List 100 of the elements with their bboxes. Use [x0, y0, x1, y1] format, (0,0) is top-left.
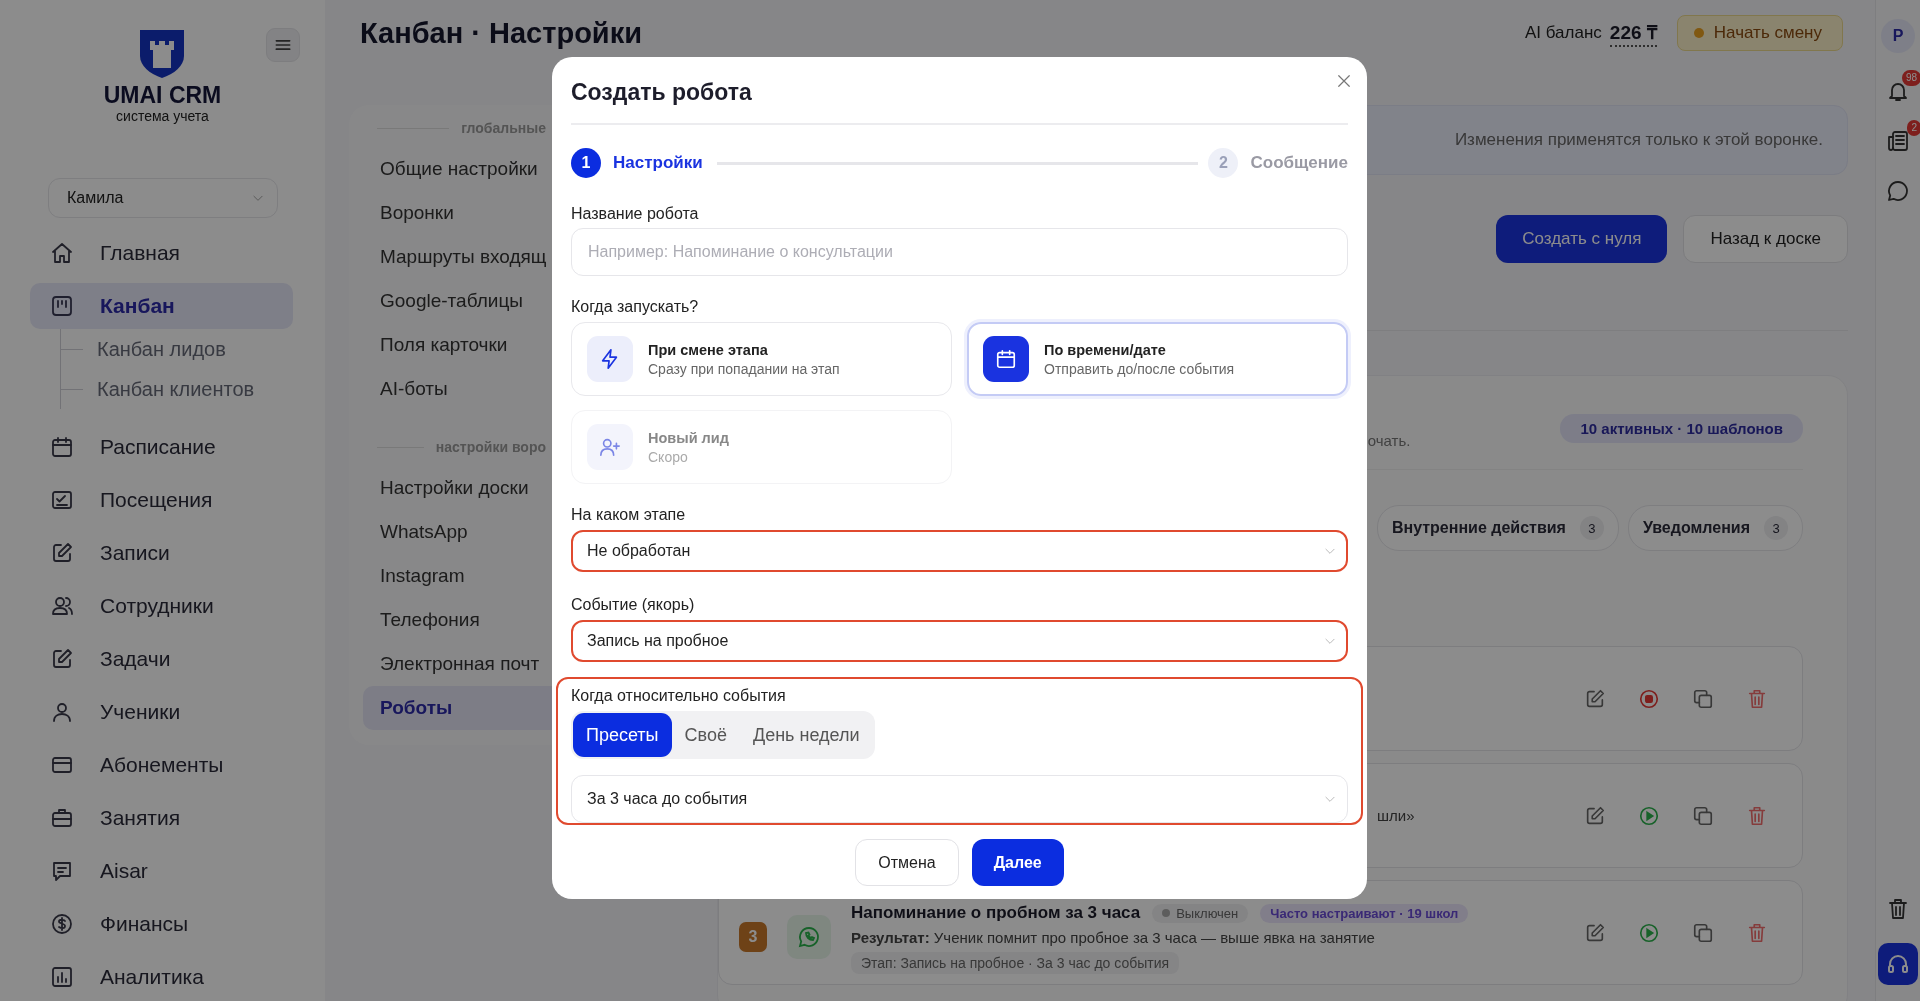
kanban-board-icon — [50, 294, 74, 318]
field-label: Когда запускать? — [571, 298, 700, 316]
trigger-option[interactable]: По времени/дате Отправить до/после события — [967, 322, 1348, 396]
nav-item[interactable]: Финансы — [30, 901, 293, 947]
nav-subitem[interactable]: Канбан клиентов — [97, 377, 255, 401]
nav-item[interactable]: Aisar — [30, 848, 293, 894]
next-button[interactable]: Далее — [971, 839, 1064, 886]
summary-badge: 10 активных · 10 шаблонов — [1560, 414, 1803, 443]
field-label: Название робота — [571, 205, 700, 223]
field-label: Когда относительно события — [571, 687, 787, 705]
start-shift-button[interactable]: Начать смену — [1676, 15, 1843, 51]
settings-nav-item[interactable]: Instagram — [363, 554, 552, 598]
popularity-badge: Часто настраивают · 19 школ — [1260, 903, 1469, 923]
add-user-icon — [599, 436, 621, 458]
settings-nav-item[interactable]: Google-таблицы — [363, 279, 552, 323]
support-button[interactable] — [1878, 943, 1918, 985]
settings-nav-item[interactable]: Телефония — [363, 598, 552, 642]
nav-item[interactable]: Канбан — [30, 283, 293, 329]
bar-chart-icon — [50, 965, 74, 989]
briefcase-icon — [50, 806, 74, 830]
card-description: очать. — [1367, 432, 1411, 449]
stop-icon[interactable] — [1638, 687, 1660, 710]
dollar-icon — [50, 912, 74, 936]
nav-item[interactable]: Посещения — [30, 477, 293, 523]
notification-badge: 2 — [1907, 120, 1920, 136]
settings-nav-item[interactable]: Роботы — [363, 686, 552, 730]
balance-label: AI баланс — [1524, 23, 1602, 43]
edit-icon — [1584, 804, 1606, 827]
filter-chip[interactable]: Внутренние действия 3 — [1376, 505, 1619, 551]
settings-nav-item[interactable]: Поля карточки — [363, 323, 552, 367]
robot-title: Напоминание о пробном за 3 часа — [851, 903, 1141, 923]
settings-nav-item[interactable]: AI-боты — [363, 367, 552, 411]
create-button[interactable]: Создать с нуля — [1496, 215, 1668, 263]
copy-icon — [1692, 804, 1714, 827]
number-badge: 3 — [739, 922, 767, 952]
copy-icon — [1692, 921, 1714, 944]
message-icon — [50, 859, 74, 883]
nav-item[interactable]: Задачи — [30, 636, 293, 682]
chat-icon — [1886, 179, 1910, 203]
balance-value[interactable]: 226 ₸ — [1609, 19, 1657, 47]
nav-item[interactable]: Аналитика — [30, 954, 293, 1000]
user-avatar[interactable]: P — [1881, 19, 1915, 53]
nav-subitem[interactable]: Канбан лидов — [97, 337, 226, 361]
account-select[interactable]: Камила — [48, 178, 278, 218]
delete-icon — [1746, 804, 1768, 827]
play-icon[interactable] — [1638, 921, 1660, 944]
preset-select[interactable]: За 3 часа до события — [571, 775, 1348, 823]
nav-item[interactable]: Занятия — [30, 795, 293, 841]
settings-nav-item[interactable]: Воронки — [363, 191, 552, 235]
nav-item[interactable]: Ученики — [30, 689, 293, 735]
calendar-icon — [50, 435, 74, 459]
chat-bubble-icon — [797, 925, 821, 949]
settings-nav-item[interactable]: Маршруты входящ — [363, 235, 552, 279]
back-button[interactable]: Назад к доске — [1683, 215, 1848, 263]
trigger-option[interactable]: При смене этапа Сразу при попадании на этап — [571, 322, 952, 396]
nav-item[interactable]: Сотрудники — [30, 583, 293, 629]
close-button[interactable] — [1335, 72, 1353, 90]
nav-item[interactable]: Записи — [30, 530, 293, 576]
edit-icon — [1584, 687, 1606, 710]
trash-icon — [1886, 897, 1910, 921]
filter-chip[interactable]: Уведомления 3 — [1627, 505, 1803, 551]
copy-icon — [1692, 687, 1714, 710]
home-icon — [50, 241, 74, 265]
settings-nav-item[interactable]: Настройки доски — [363, 466, 552, 510]
field-label: Событие (якорь) — [571, 596, 696, 614]
notice-text: Изменения применятся только к этой воронке. — [1454, 130, 1823, 150]
step-label: Сообщение — [1250, 153, 1348, 173]
name-input[interactable]: Например: Напоминание о консультации — [571, 228, 1348, 276]
checklist-icon — [50, 488, 74, 512]
robot-result: Результат: Ученик помнит про пробное за 3 часа — выше явка на занятие — [851, 929, 1376, 946]
logo-title: UMAI CRM — [103, 82, 222, 108]
nav-item[interactable]: Главная — [30, 230, 293, 276]
segment-tab[interactable]: Своё — [671, 713, 740, 757]
headset-icon — [1886, 952, 1910, 976]
menu-button[interactable] — [266, 28, 300, 62]
logo-subtitle: система учета — [116, 108, 209, 124]
stage-select[interactable]: Не обработан — [571, 530, 1348, 572]
delete-icon — [1746, 687, 1768, 710]
segment-tab[interactable]: Пресеты — [573, 713, 672, 757]
user-icon — [50, 700, 74, 724]
settings-nav-item[interactable]: Общие настройки — [363, 147, 552, 191]
page-title: Канбан · Настройки — [360, 16, 644, 50]
play-icon[interactable] — [1638, 804, 1660, 827]
step-number: 1 — [571, 148, 601, 178]
edit-icon — [1584, 921, 1606, 944]
settings-nav-item[interactable]: Электронная почт — [363, 642, 552, 686]
step-number: 2 — [1208, 148, 1239, 178]
nav-item[interactable]: Расписание — [30, 424, 293, 470]
status-badge: Выключен — [1152, 903, 1249, 923]
dialog-title: Создать робота — [571, 78, 752, 107]
robot-result: шли» — [1377, 807, 1415, 824]
edit-icon — [50, 541, 74, 565]
nav-item[interactable]: Абонементы — [30, 742, 293, 788]
segment-tab[interactable]: День недели — [739, 713, 873, 757]
settings-nav-item[interactable]: WhatsApp — [363, 510, 552, 554]
calendar-icon — [995, 348, 1017, 370]
cancel-button[interactable]: Отмена — [855, 839, 959, 886]
field-label: На каком этапе — [571, 506, 687, 524]
event-select[interactable]: Запись на пробное — [571, 620, 1348, 662]
delete-icon — [1746, 921, 1768, 944]
